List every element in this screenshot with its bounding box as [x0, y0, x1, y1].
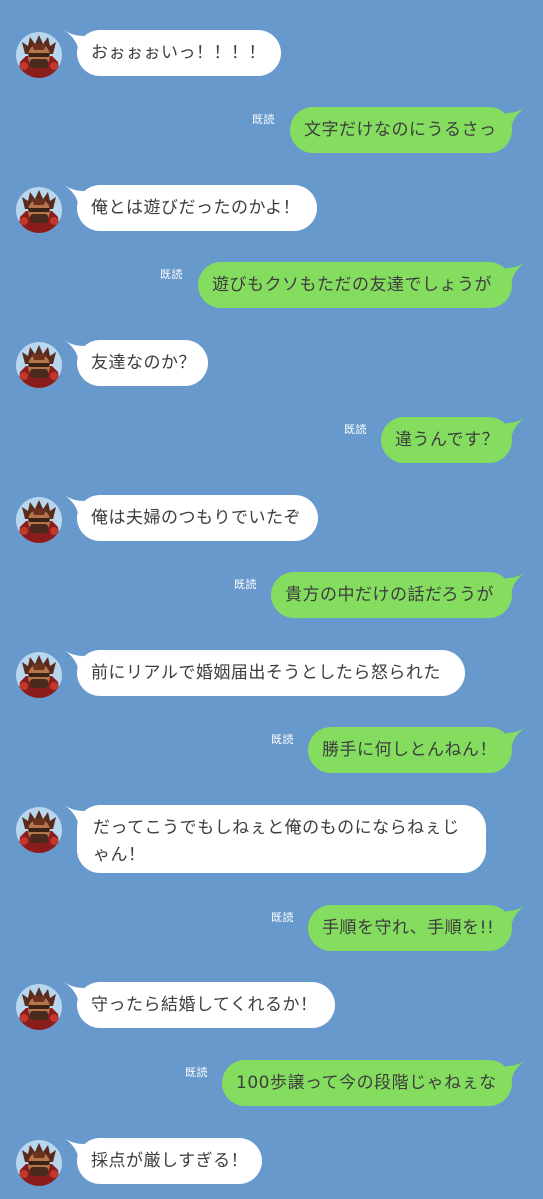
- message-bubble[interactable]: 友達なのか？: [77, 340, 208, 386]
- avatar[interactable]: [16, 342, 62, 388]
- avatar[interactable]: [16, 652, 62, 698]
- avatar-image: [16, 984, 62, 1030]
- message-bubble[interactable]: 採点が厳しすぎる！: [77, 1138, 262, 1184]
- message-row-incoming: だってこうでもしねぇと俺のものにならねぇじゃん！: [0, 800, 543, 880]
- message-row-incoming: 採点が厳しすぎる！: [0, 1133, 543, 1193]
- message-bubble[interactable]: 100歩譲って今の段階じゃねぇな: [222, 1060, 512, 1106]
- read-receipt: 既読: [252, 113, 275, 126]
- message-row-incoming: 前にリアルで婚姻届出そうとしたら怒られた: [0, 645, 543, 705]
- message-row-incoming: 俺は夫婦のつもりでいたぞ: [0, 490, 543, 550]
- message-row-outgoing: 既読 文字だけなのにうるさっ: [0, 107, 543, 157]
- message-bubble[interactable]: 手順を守れ、手順を!!: [308, 905, 512, 951]
- read-receipt: 既読: [344, 423, 367, 436]
- message-bubble[interactable]: 文字だけなのにうるさっ: [290, 107, 512, 153]
- message-row-incoming: おぉぉぉいっ！！！！: [0, 25, 543, 85]
- message-row-outgoing: 既読 違うんです？: [0, 417, 543, 467]
- avatar-image: [16, 807, 62, 853]
- message-row-incoming: 俺とは遊びだったのかよ！: [0, 180, 543, 240]
- read-receipt: 既読: [160, 268, 183, 281]
- avatar[interactable]: [16, 497, 62, 543]
- read-receipt: 既読: [271, 911, 294, 924]
- message-bubble[interactable]: だってこうでもしねぇと俺のものにならねぇじゃん！: [77, 805, 486, 873]
- avatar-image: [16, 497, 62, 543]
- read-receipt: 既読: [271, 733, 294, 746]
- read-receipt: 既読: [234, 578, 257, 591]
- avatar[interactable]: [16, 807, 62, 853]
- avatar-image: [16, 1140, 62, 1186]
- message-bubble[interactable]: 守ったら結婚してくれるか！: [77, 982, 335, 1028]
- message-row-incoming: 友達なのか？: [0, 335, 543, 395]
- avatar[interactable]: [16, 984, 62, 1030]
- message-row-outgoing: 既読 手順を守れ、手順を!!: [0, 905, 543, 955]
- message-bubble[interactable]: 貴方の中だけの話だろうが: [271, 572, 512, 618]
- avatar-image: [16, 187, 62, 233]
- avatar-image: [16, 652, 62, 698]
- message-bubble[interactable]: 前にリアルで婚姻届出そうとしたら怒られた: [77, 650, 465, 696]
- avatar[interactable]: [16, 1140, 62, 1186]
- message-bubble[interactable]: 遊びもクソもただの友達でしょうが: [198, 262, 512, 308]
- message-row-outgoing: 既読 100歩譲って今の段階じゃねぇな: [0, 1060, 543, 1110]
- read-receipt: 既読: [185, 1066, 208, 1079]
- message-row-outgoing: 既読 遊びもクソもただの友達でしょうが: [0, 262, 543, 312]
- message-row-outgoing: 既読 貴方の中だけの話だろうが: [0, 572, 543, 622]
- message-row-outgoing: 既読 勝手に何しとんねん！: [0, 727, 543, 777]
- message-row-incoming: 守ったら結婚してくれるか！: [0, 977, 543, 1037]
- message-bubble[interactable]: 違うんです？: [381, 417, 512, 463]
- avatar[interactable]: [16, 32, 62, 78]
- avatar[interactable]: [16, 187, 62, 233]
- message-bubble[interactable]: 俺は夫婦のつもりでいたぞ: [77, 495, 318, 541]
- message-bubble[interactable]: おぉぉぉいっ！！！！: [77, 30, 281, 76]
- message-bubble[interactable]: 俺とは遊びだったのかよ！: [77, 185, 317, 231]
- avatar-image: [16, 342, 62, 388]
- avatar-image: [16, 32, 62, 78]
- chat-area[interactable]: おぉぉぉいっ！！！！ 既読 文字だけなのにうるさっ 俺とは遊びだったのかよ！ 既…: [0, 0, 543, 1199]
- message-bubble[interactable]: 勝手に何しとんねん！: [308, 727, 512, 773]
